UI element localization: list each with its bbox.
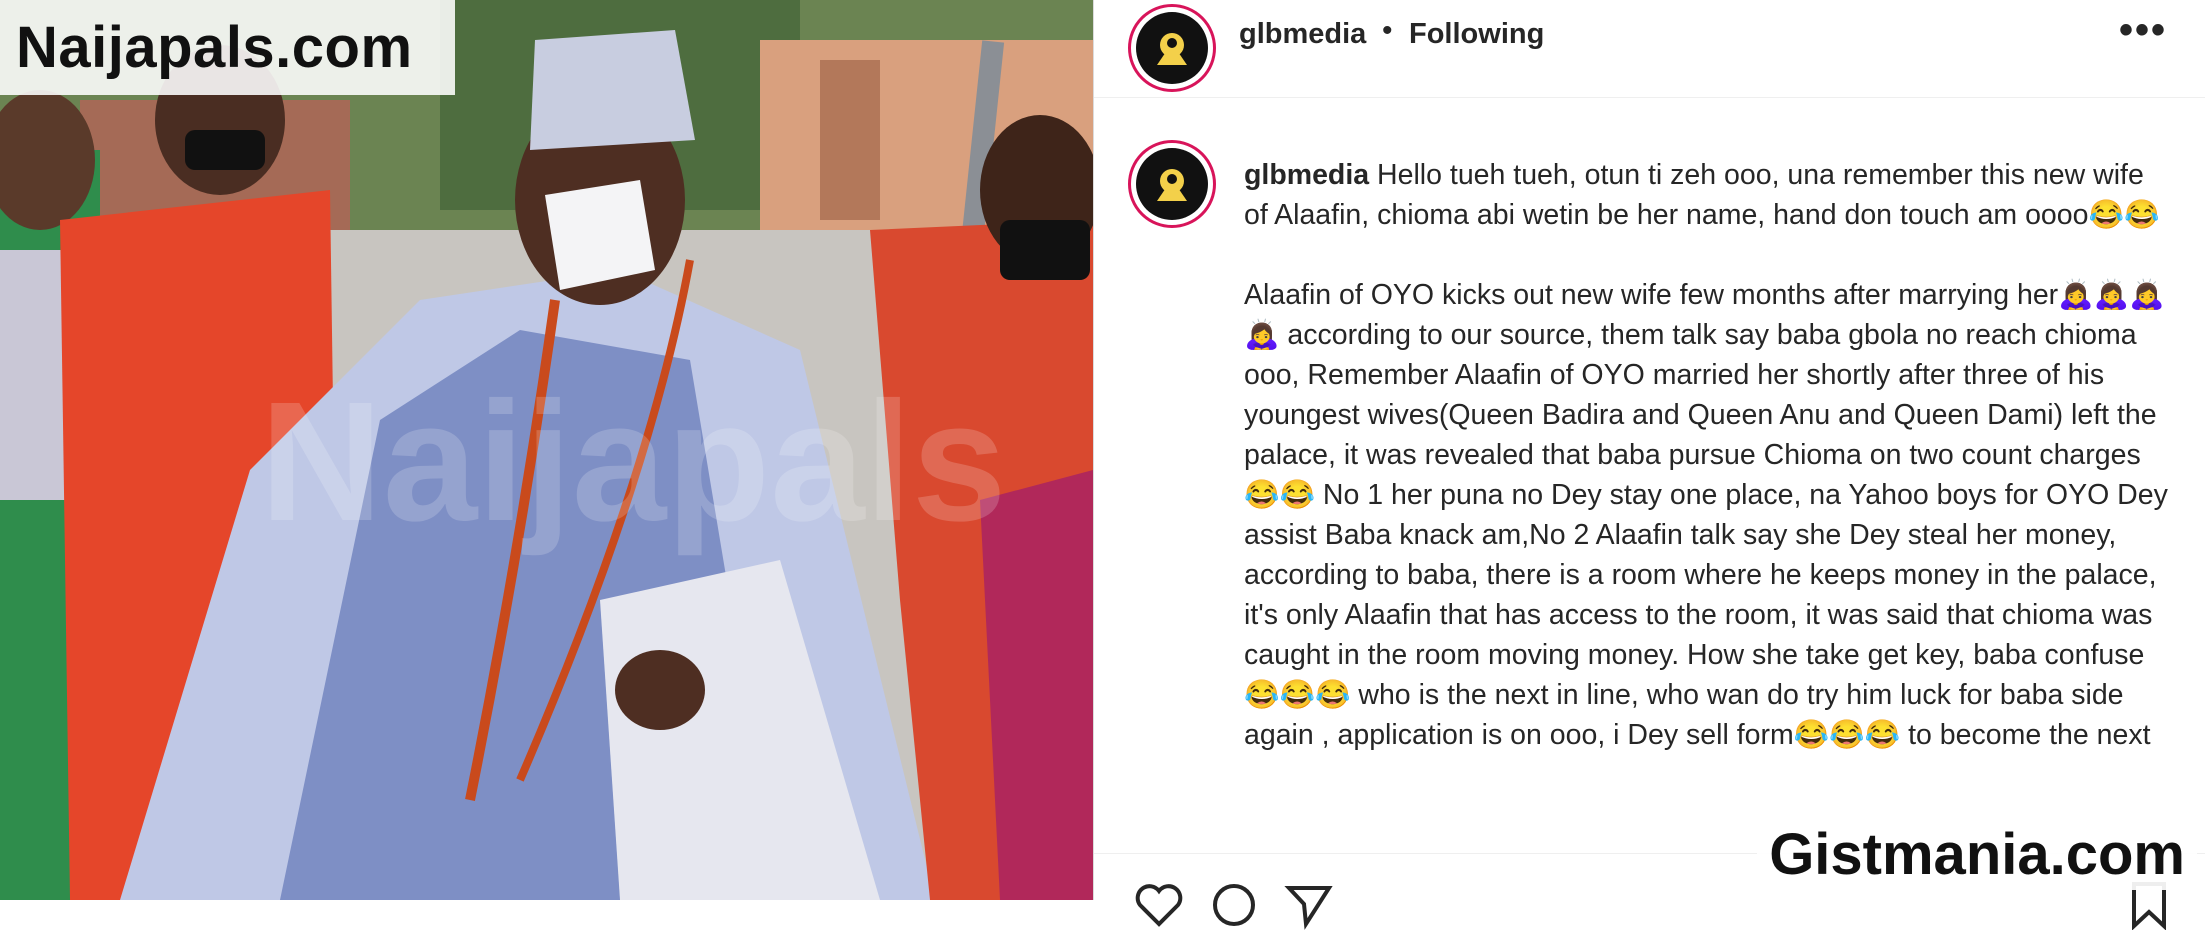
heart-icon[interactable]: [1134, 880, 1184, 930]
caption-paragraph-2: Alaafin of OYO kicks out new wife few mo…: [1244, 279, 2168, 751]
photo-illustration: Naijapals: [0, 0, 1093, 900]
post-caption: glbmedia Hello tueh tueh, otun ti zeh oo…: [1244, 155, 2174, 755]
caption-avatar[interactable]: [1128, 140, 1216, 228]
caption-username[interactable]: glbmedia: [1244, 159, 1369, 191]
comment-icon[interactable]: [1209, 880, 1259, 930]
caption-paragraph-1: Hello tueh tueh, otun ti zeh ooo, una re…: [1244, 159, 2160, 231]
avatar[interactable]: [1128, 4, 1216, 92]
watermark-naijapals: Naijapals.com: [0, 0, 455, 95]
share-icon[interactable]: [1284, 880, 1334, 930]
svg-text:Naijapals: Naijapals: [260, 367, 1007, 557]
instagram-post-panel: glbmedia • Following ••• glbmedia Hello …: [1093, 0, 2205, 930]
more-options-icon[interactable]: •••: [2119, 8, 2167, 53]
following-button[interactable]: Following: [1409, 18, 1544, 51]
watermark-gistmania: Gistmania.com: [1757, 819, 2197, 890]
post-header: glbmedia • Following •••: [1094, 0, 2205, 98]
logo-icon: [1157, 169, 1187, 201]
avatar-image: [1136, 12, 1208, 84]
post-username[interactable]: glbmedia: [1239, 18, 1366, 51]
header-dot-separator: •: [1382, 14, 1393, 47]
caption-avatar-image: [1136, 148, 1208, 220]
logo-icon: [1157, 33, 1187, 65]
post-photo[interactable]: Naijapals Naijapals.com: [0, 0, 1093, 900]
